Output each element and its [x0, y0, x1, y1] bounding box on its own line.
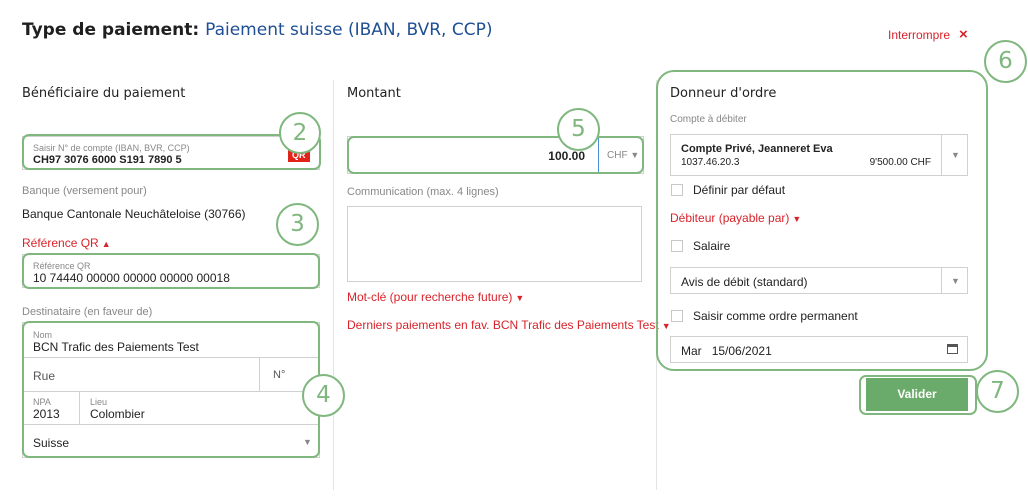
- interrupt-label: Interrompre: [888, 27, 951, 42]
- title-label: Type de paiement:: [22, 20, 200, 40]
- account-balance: 9'500.00 CHF: [869, 157, 931, 168]
- highlight-frame: [347, 136, 644, 174]
- step-marker-3: 3: [276, 203, 319, 246]
- chevron-down-icon: ▼: [515, 293, 525, 303]
- page-title: Type de paiement: Paiement suisse (IBAN,…: [22, 20, 492, 40]
- beneficiary-heading: Bénéficiaire du paiement: [22, 86, 186, 101]
- debtor-link[interactable]: Débiteur (payable par) ▼: [670, 211, 801, 225]
- keyword-link[interactable]: Mot-clé (pour recherche future) ▼: [347, 290, 524, 304]
- keyword-link-label: Mot-clé (pour recherche future): [347, 290, 513, 304]
- chevron-down-icon: ▼: [951, 150, 960, 160]
- highlight-frame: [22, 253, 320, 289]
- standing-order-label: Saisir comme ordre permanent: [693, 309, 858, 323]
- account-number: 1037.46.20.3: [681, 157, 740, 168]
- date-day: Mar: [681, 344, 702, 358]
- qr-reference-toggle[interactable]: Référence QR ▲: [22, 236, 111, 250]
- bank-label: Banque (versement pour): [22, 185, 147, 197]
- execution-date-value: Mar 15/06/2021: [681, 344, 772, 358]
- step-marker-4: 4: [302, 374, 345, 417]
- amount-heading: Montant: [347, 86, 401, 101]
- recipient-label: Destinataire (en faveur de): [22, 306, 153, 318]
- salary-label: Salaire: [693, 239, 731, 253]
- ordering-heading: Donneur d'ordre: [670, 86, 777, 101]
- debit-account-label: Compte à débiter: [670, 114, 747, 125]
- last-payments-link[interactable]: Derniers paiements en fav. BCN Trafic de…: [347, 318, 671, 332]
- chevron-up-icon: ▲: [101, 239, 111, 249]
- last-payments-link-label: Derniers paiements en fav. BCN Trafic de…: [347, 318, 659, 332]
- chevron-down-icon: ▼: [792, 214, 802, 224]
- step-marker-5: 5: [557, 108, 600, 151]
- debtor-link-label: Débiteur (payable par): [670, 211, 790, 225]
- communication-textarea[interactable]: [347, 206, 642, 282]
- step-marker-6: 6: [984, 40, 1027, 83]
- submit-button[interactable]: Valider: [866, 378, 968, 411]
- debit-account-select[interactable]: Compte Privé, Jeanneret Eva 1037.46.20.3…: [670, 134, 968, 176]
- salary-checkbox[interactable]: [671, 240, 683, 252]
- highlight-frame: [22, 134, 321, 170]
- account-name: Compte Privé, Jeanneret Eva: [681, 143, 833, 155]
- date-value: 15/06/2021: [711, 344, 772, 358]
- column-divider: [333, 80, 334, 490]
- close-icon: ×: [959, 26, 968, 43]
- highlight-frame: [22, 321, 320, 458]
- debit-notice-value: Avis de débit (standard): [681, 275, 808, 289]
- step-marker-7: 7: [976, 370, 1019, 413]
- field-divider: [941, 135, 942, 175]
- standing-order-checkbox[interactable]: [671, 310, 683, 322]
- chevron-down-icon: ▼: [951, 276, 960, 286]
- calendar-icon[interactable]: [947, 344, 958, 354]
- bank-value: Banque Cantonale Neuchâteloise (30766): [22, 207, 246, 221]
- default-checkbox[interactable]: [671, 184, 683, 196]
- payment-type-value: Paiement suisse (IBAN, BVR, CCP): [205, 20, 493, 40]
- communication-label: Communication (max. 4 lignes): [347, 186, 499, 198]
- execution-date-field[interactable]: Mar 15/06/2021: [670, 336, 968, 363]
- step-marker-2: 2: [279, 112, 321, 154]
- interrupt-button[interactable]: Interrompre ×: [888, 26, 968, 43]
- field-divider: [941, 268, 942, 293]
- debit-notice-select[interactable]: Avis de débit (standard) ▼: [670, 267, 968, 294]
- default-label: Définir par défaut: [693, 183, 786, 197]
- qr-reference-toggle-label: Référence QR: [22, 236, 99, 250]
